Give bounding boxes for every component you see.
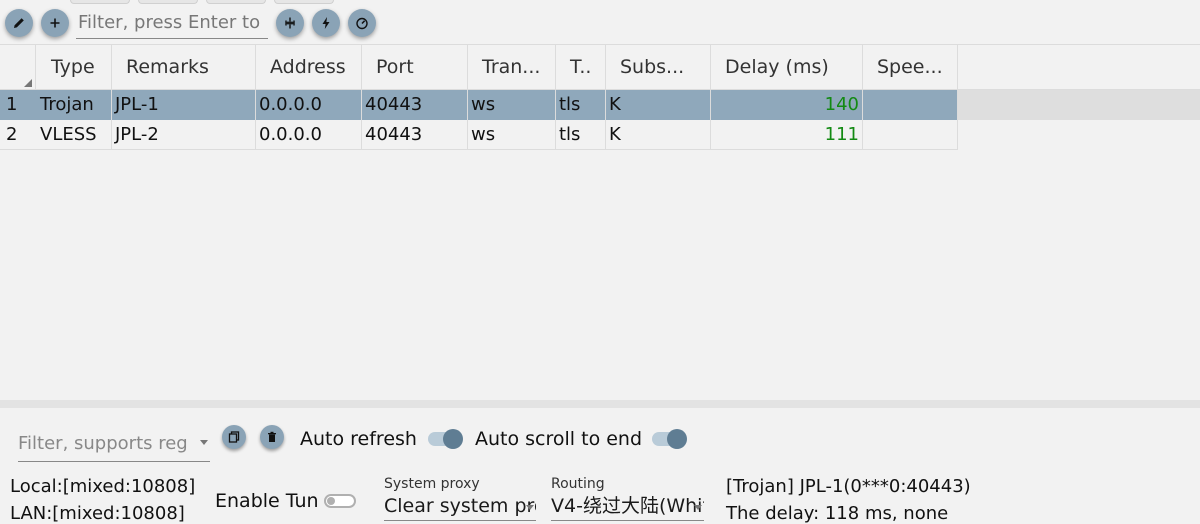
cell-remarks: JPL-2: [112, 120, 256, 150]
toolbar: [0, 0, 1200, 44]
cell-delay: 140: [711, 90, 863, 120]
system-proxy-label: System proxy: [384, 476, 480, 492]
tab-stub: [274, 0, 334, 4]
server-grid: Type Remarks Address Port Tran... T.. Su…: [0, 44, 1200, 400]
cell-tls: tls: [556, 90, 606, 120]
log-toolbar: Auto refresh Auto scroll to end: [0, 408, 1200, 466]
enable-tun-toggle[interactable]: [324, 494, 356, 508]
plus-icon: [50, 18, 60, 28]
cell-tls: tls: [556, 120, 606, 150]
cell-delay: 111: [711, 120, 863, 150]
system-proxy-value: Clear system proxy: [384, 495, 536, 517]
col-header-transport[interactable]: Tran...: [468, 45, 556, 90]
table-row[interactable]: 2 VLESS JPL-2 0.0.0.0 40443 ws tls K 111: [0, 120, 1200, 150]
cell-address: 0.0.0.0: [256, 90, 362, 120]
row-number: 2: [6, 124, 18, 145]
cell-remarks: JPL-1: [112, 90, 256, 120]
tab-stub: [70, 0, 130, 4]
col-header-remarks[interactable]: Remarks: [112, 45, 256, 90]
edit-server-button[interactable]: [5, 9, 33, 37]
cell-type: Trojan: [37, 90, 112, 120]
panel-splitter[interactable]: [0, 400, 1200, 408]
col-header-delay[interactable]: Delay (ms): [711, 45, 863, 90]
cell-speed: [863, 90, 958, 120]
local-port-text: Local:[mixed:10808]: [10, 476, 196, 497]
auto-scroll-label: Auto scroll to end: [475, 428, 643, 450]
edit-icon: [14, 18, 24, 28]
enable-tun-label: Enable Tun: [215, 490, 319, 512]
auto-scroll-toggle[interactable]: [652, 429, 687, 449]
server-filter-input[interactable]: [76, 7, 268, 39]
cell-type: VLESS: [37, 120, 112, 150]
col-header-subs[interactable]: Subs...: [606, 45, 711, 90]
col-header-speed[interactable]: Spee...: [863, 45, 958, 90]
col-header-type[interactable]: Type: [37, 45, 112, 90]
lan-port-text: LAN:[mixed:10808]: [10, 503, 185, 524]
lightning-icon: [322, 17, 330, 29]
auto-refresh-label: Auto refresh: [300, 428, 417, 450]
tab-stub: [206, 0, 266, 4]
copy-log-button[interactable]: [222, 425, 246, 449]
row-number: 1: [6, 94, 18, 115]
grid-header: Type Remarks Address Port Tran... T.. Su…: [0, 44, 1200, 90]
trash-icon: [268, 431, 276, 442]
copy-icon: [228, 431, 240, 443]
col-header-address[interactable]: Address: [256, 45, 362, 90]
select-all-corner[interactable]: [0, 45, 36, 90]
cell-subs: K: [606, 120, 711, 150]
routing-value: V4-绕过大陆(Whitelist): [551, 495, 704, 517]
server-info-text: [Trojan] JPL-1(0***0:40443): [726, 476, 971, 497]
delay-info-text: The delay: 118 ms, none: [726, 503, 949, 524]
split-icon: [285, 17, 295, 29]
cell-port: 40443: [362, 120, 468, 150]
status-bar: Local:[mixed:10808] LAN:[mixed:10808] En…: [0, 466, 1200, 524]
table-row[interactable]: 1 Trojan JPL-1 0.0.0.0 40443 ws tls K 14…: [0, 90, 1200, 120]
cell-transport: ws: [468, 120, 556, 150]
cell-subs: K: [606, 90, 711, 120]
add-server-button[interactable]: [41, 9, 69, 37]
chevron-down-icon: [200, 440, 208, 445]
routing-select[interactable]: V4-绕过大陆(Whitelist): [551, 493, 704, 521]
cell-speed: [863, 120, 958, 150]
col-header-port[interactable]: Port: [362, 45, 468, 90]
cell-port: 40443: [362, 90, 468, 120]
col-header-tls[interactable]: T..: [556, 45, 606, 90]
log-filter-input[interactable]: [18, 433, 188, 454]
chevron-down-icon: [526, 505, 534, 510]
speed-test-button[interactable]: [348, 9, 376, 37]
routing-label: Routing: [551, 476, 605, 492]
cell-address: 0.0.0.0: [256, 120, 362, 150]
system-proxy-select[interactable]: Clear system proxy: [384, 493, 536, 521]
speedometer-icon: [356, 17, 368, 30]
log-filter-combo[interactable]: [18, 426, 210, 462]
test-delay-button[interactable]: [312, 9, 340, 37]
cell-transport: ws: [468, 90, 556, 120]
clear-log-button[interactable]: [260, 425, 284, 449]
chevron-down-icon: [694, 505, 702, 510]
tab-stub: [138, 0, 198, 4]
auto-refresh-toggle[interactable]: [428, 429, 463, 449]
split-button[interactable]: [276, 9, 304, 37]
